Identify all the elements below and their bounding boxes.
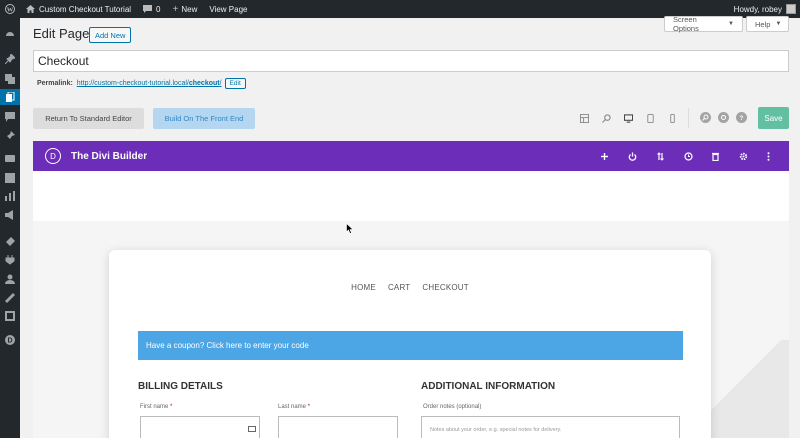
wordpress-logo-icon[interactable]: W — [0, 0, 20, 18]
appearance-icon[interactable] — [4, 236, 16, 248]
admin-sidebar: D — [0, 18, 20, 438]
media-icon[interactable] — [4, 73, 16, 85]
projects-icon[interactable] — [4, 130, 16, 142]
layers-icon[interactable] — [579, 113, 589, 123]
preview-menu: Home Cart Checkout — [109, 283, 711, 292]
screen-options-label: Screen Options — [673, 15, 699, 33]
portability-icon[interactable] — [718, 112, 729, 123]
view-page-label: View Page — [209, 4, 248, 14]
permalink-row: Permalink: http://custom-checkout-tutori… — [37, 78, 246, 89]
mouse-cursor-icon — [346, 223, 354, 234]
permalink-edit-button[interactable]: Edit — [224, 78, 246, 89]
order-notes-label: Order notes (optional) — [423, 404, 482, 410]
first-name-label-text: First name — [140, 404, 169, 410]
comments-link[interactable]: 0 — [137, 0, 166, 18]
search-icon[interactable] — [700, 112, 711, 123]
build-front-end-button[interactable]: Build On The Front End — [153, 108, 255, 129]
comments-count: 0 — [156, 4, 161, 14]
plus-icon: + — [172, 3, 179, 15]
svg-text:D: D — [7, 338, 12, 345]
pin-icon[interactable] — [4, 53, 16, 65]
sort-icon[interactable] — [655, 151, 665, 161]
last-name-field[interactable] — [278, 416, 398, 438]
menu-item-cart[interactable]: Cart — [388, 283, 410, 292]
users-icon[interactable] — [4, 273, 16, 285]
toolbar-divider — [688, 108, 689, 128]
page-preview: Home Cart Checkout Have a coupon? Click … — [109, 250, 711, 438]
home-icon — [26, 5, 35, 13]
comments-icon[interactable] — [4, 111, 16, 123]
site-name-label: Custom Checkout Tutorial — [39, 4, 132, 14]
permalink-trail: / — [219, 80, 222, 87]
add-icon[interactable] — [599, 151, 609, 161]
order-notes-placeholder: Notes about your order, e.g. special not… — [430, 427, 562, 433]
first-name-label: First name * — [140, 404, 172, 410]
plugins-icon[interactable] — [4, 254, 16, 266]
menu-item-checkout[interactable]: Checkout — [422, 283, 469, 292]
power-icon[interactable] — [627, 151, 637, 161]
products-icon[interactable] — [4, 172, 16, 184]
title-input[interactable] — [33, 50, 789, 72]
permalink-slug: checkout — [188, 80, 220, 87]
divi-builder-header: D The Divi Builder — [33, 141, 789, 171]
last-name-label: Last name * — [278, 404, 310, 410]
billing-details-heading: BILLING DETAILS — [138, 381, 223, 392]
phone-view-icon[interactable] — [667, 113, 677, 123]
new-label: New — [181, 4, 198, 14]
background-shape — [711, 340, 789, 438]
permalink-url[interactable]: http://custom-checkout-tutorial.local/ch… — [77, 80, 222, 87]
divi-icon[interactable]: D — [4, 334, 16, 346]
desktop-view-icon[interactable] — [623, 113, 633, 123]
pages-icon[interactable] — [0, 89, 20, 105]
menu-item-home[interactable]: Home — [351, 283, 376, 292]
gear-icon[interactable] — [738, 151, 748, 161]
caret-down-icon: ▼ — [775, 21, 782, 27]
comment-icon — [143, 5, 153, 13]
view-page-link[interactable]: View Page — [203, 0, 253, 18]
required-mark: * — [170, 404, 173, 410]
contact-card-icon — [248, 426, 256, 432]
site-name-link[interactable]: Custom Checkout Tutorial — [20, 0, 137, 18]
svg-text:?: ? — [740, 116, 744, 121]
settings-icon[interactable] — [4, 310, 16, 322]
permalink-base: http://custom-checkout-tutorial.local/ — [76, 80, 189, 87]
required-mark: * — [307, 404, 311, 410]
coupon-notice[interactable]: Have a coupon? Click here to enter your … — [138, 331, 683, 360]
page-title: Edit Page — [33, 26, 90, 41]
additional-info-heading: ADDITIONAL INFORMATION — [421, 381, 556, 392]
help-label: Help — [755, 19, 771, 29]
screen-options-button[interactable]: Screen Options ▼ — [664, 15, 743, 33]
permalink-label: Permalink: — [37, 80, 73, 87]
avatar — [786, 4, 796, 14]
new-content-link[interactable]: + New — [167, 0, 204, 18]
builder-top-section — [33, 171, 789, 221]
tablet-view-icon[interactable] — [645, 113, 655, 123]
analytics-icon[interactable] — [4, 190, 16, 202]
return-standard-editor-button[interactable]: Return To Standard Editor — [33, 108, 144, 129]
last-name-label-text: Last name — [278, 404, 307, 410]
caret-down-icon: ▼ — [728, 21, 734, 27]
howdy-label: Howdy, robey — [733, 4, 782, 14]
marketing-icon[interactable] — [4, 209, 16, 221]
order-notes-field[interactable]: Notes about your order, e.g. special not… — [421, 416, 680, 438]
zoom-icon[interactable] — [601, 113, 611, 123]
history-icon[interactable] — [683, 151, 693, 161]
divi-builder-title: The Divi Builder — [71, 150, 148, 162]
tools-icon[interactable] — [4, 292, 16, 304]
help-button[interactable]: Help ▼ — [746, 16, 789, 32]
add-new-button[interactable]: Add New — [89, 27, 132, 43]
trash-icon[interactable] — [710, 151, 720, 161]
help-icon[interactable]: ? — [736, 112, 747, 123]
dashboard-icon[interactable] — [4, 28, 16, 40]
first-name-field[interactable] — [140, 416, 260, 438]
svg-text:W: W — [7, 6, 14, 13]
divi-logo-icon: D — [45, 148, 61, 164]
save-button[interactable]: Save — [758, 107, 789, 129]
more-options-icon[interactable] — [763, 151, 773, 161]
woocommerce-icon[interactable] — [4, 153, 16, 165]
